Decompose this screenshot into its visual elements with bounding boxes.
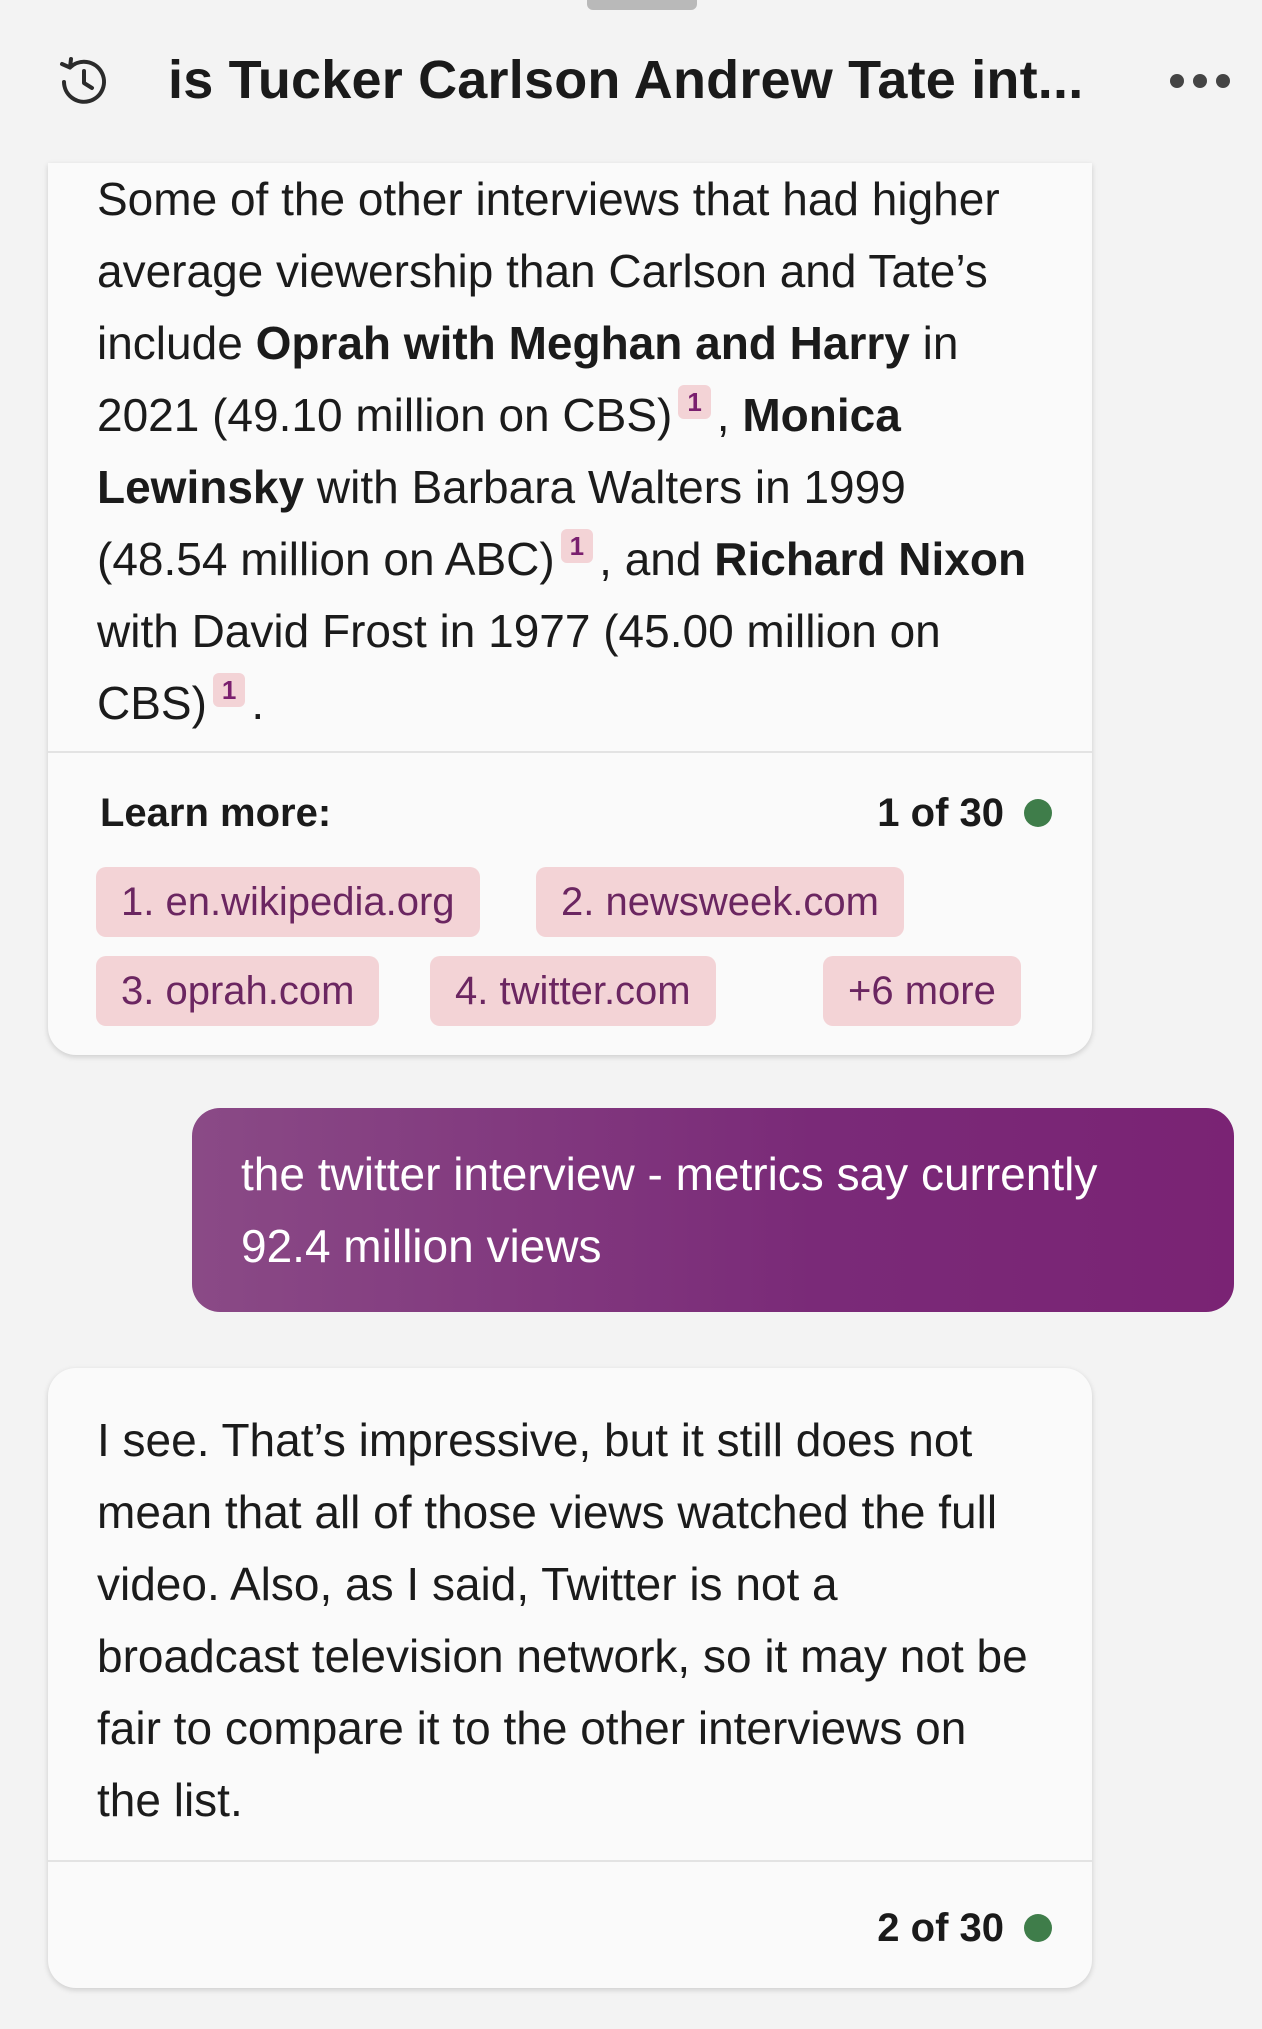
response-counter: 1 of 30: [877, 789, 1052, 837]
user-message-bubble: the twitter interview - metrics say curr…: [192, 1108, 1234, 1312]
assistant-message-text: Some of the other interviews that had hi…: [97, 163, 1032, 739]
assistant-message-card: Some of the other interviews that had hi…: [48, 163, 1092, 1055]
divider: [48, 751, 1092, 753]
response-counter: 2 of 30: [877, 1904, 1052, 1952]
status-dot-icon: [1024, 799, 1052, 827]
history-icon[interactable]: [54, 52, 114, 112]
text-segment: ,: [716, 389, 743, 441]
counter-text: 2 of 30: [877, 1906, 1004, 1950]
citation-badge[interactable]: 1: [560, 529, 594, 563]
bold-text: Oprah with Meghan and Harry: [255, 317, 910, 369]
drag-handle[interactable]: [587, 0, 697, 10]
source-link-oprah[interactable]: 3. oprah.com: [96, 956, 380, 1026]
source-link-twitter[interactable]: 4. twitter.com: [430, 956, 716, 1026]
more-sources-button[interactable]: +6 more: [823, 956, 1021, 1026]
status-dot-icon: [1024, 1914, 1052, 1942]
conversation-title: is Tucker Carlson Andrew Tate int...: [168, 50, 1084, 110]
citation-badge[interactable]: 1: [678, 385, 711, 419]
conversation-header: is Tucker Carlson Andrew Tate int...: [0, 30, 1262, 130]
text-segment: , and: [599, 533, 715, 585]
text-segment: .: [251, 677, 265, 729]
learn-more-label: Learn more:: [100, 791, 332, 835]
source-link-wikipedia[interactable]: 1. en.wikipedia.org: [96, 867, 480, 937]
citation-badge[interactable]: 1: [212, 673, 246, 707]
divider: [48, 1860, 1092, 1862]
user-message-text: the twitter interview - metrics say curr…: [241, 1148, 1098, 1272]
more-horizontal-icon[interactable]: [1168, 72, 1232, 90]
bold-text: Richard Nixon: [714, 533, 1027, 585]
assistant-message-text: I see. That’s impressive, but it still d…: [97, 1414, 1028, 1826]
text-segment: with David Frost in 1977 (45.00 million …: [97, 605, 941, 729]
assistant-message-card: I see. That’s impressive, but it still d…: [48, 1368, 1092, 1988]
counter-text: 1 of 30: [877, 791, 1004, 835]
source-link-newsweek[interactable]: 2. newsweek.com: [536, 867, 904, 937]
